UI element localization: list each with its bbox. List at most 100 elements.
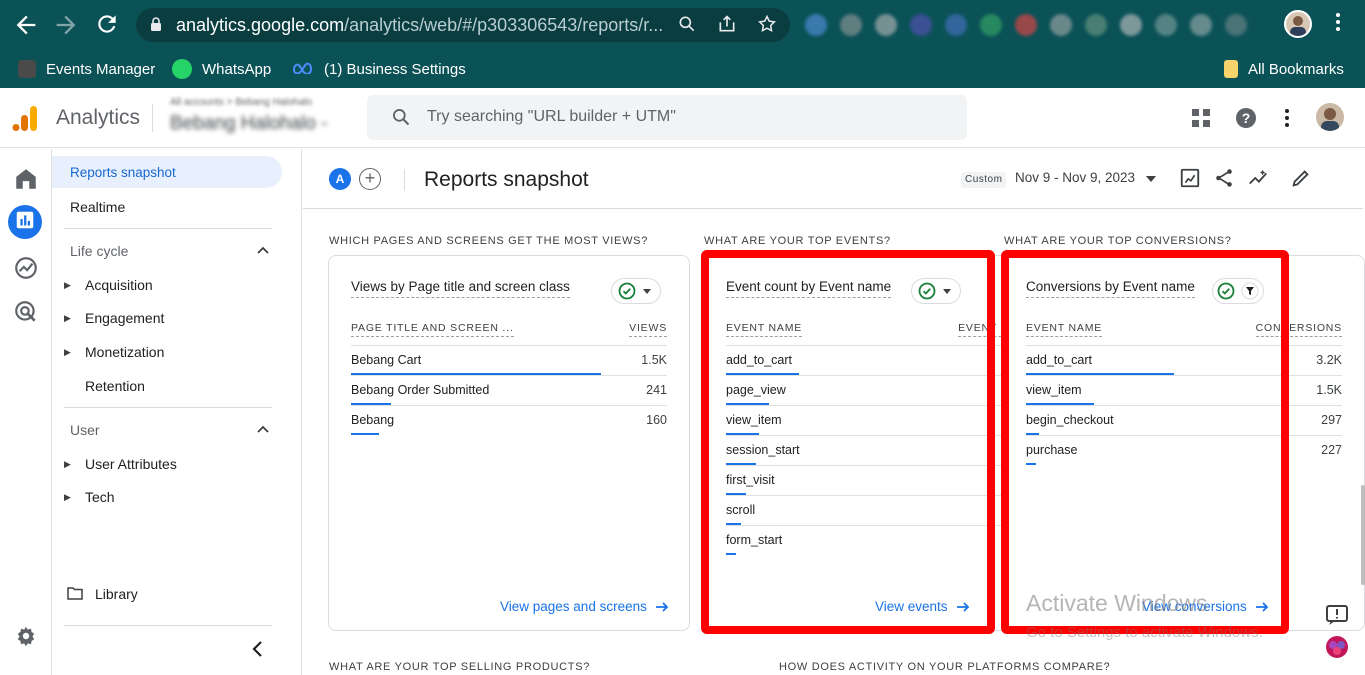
nav-section-lifecycle[interactable]: Life cycle — [70, 243, 128, 259]
edit-pencil-icon[interactable] — [1290, 167, 1312, 189]
column-header[interactable]: VIEWS — [629, 322, 667, 337]
extension-icon[interactable] — [980, 14, 1002, 36]
dropdown-caret-icon — [643, 289, 651, 294]
card-options-chip[interactable] — [911, 278, 961, 304]
apps-grid-icon[interactable] — [1189, 106, 1213, 130]
back-arrow-icon[interactable] — [12, 11, 40, 39]
table-row[interactable]: add_to_cart3.2K — [726, 345, 1042, 375]
feedback-icon[interactable] — [1322, 600, 1352, 630]
table-row[interactable]: Bebang Order Submitted 241 — [351, 375, 667, 405]
card-options-chip[interactable] — [611, 278, 661, 304]
nav-section-user[interactable]: User — [70, 422, 100, 438]
date-mode-chip[interactable]: Custom — [961, 172, 1007, 188]
extension-icon[interactable] — [840, 14, 862, 36]
nav-realtime[interactable]: Realtime — [70, 199, 125, 215]
chevron-up-icon[interactable] — [257, 246, 269, 254]
add-comparison-icon[interactable]: + — [359, 168, 381, 190]
expand-arrow-icon[interactable]: ▶ — [64, 280, 71, 291]
insights-icon[interactable] — [1247, 167, 1269, 189]
card-title[interactable]: Views by Page title and screen class — [351, 279, 570, 298]
assistant-brain-icon[interactable] — [1322, 632, 1352, 662]
search-box[interactable] — [367, 95, 967, 140]
table-row[interactable]: session_start1.3K — [726, 435, 1042, 465]
table-row[interactable]: view_item1.5K — [1026, 375, 1342, 405]
nav-tech[interactable]: Tech — [85, 489, 115, 505]
expand-arrow-icon[interactable]: ▶ — [64, 492, 71, 503]
table-row[interactable]: begin_checkout 297 — [1026, 405, 1342, 435]
explore-icon[interactable] — [13, 255, 39, 281]
analytics-logo-icon[interactable] — [12, 104, 38, 132]
forward-arrow-icon[interactable] — [52, 11, 80, 39]
help-icon[interactable]: ? — [1234, 106, 1258, 130]
chevron-left-icon[interactable] — [248, 639, 268, 659]
reports-icon[interactable] — [14, 209, 36, 231]
extension-icon[interactable] — [1050, 14, 1072, 36]
view-events-link[interactable]: View events — [875, 599, 970, 614]
zoom-search-icon[interactable] — [676, 14, 698, 36]
all-bookmarks[interactable]: All Bookmarks — [1224, 57, 1344, 81]
chevron-up-icon[interactable] — [257, 425, 269, 433]
expand-arrow-icon[interactable]: ▶ — [64, 459, 71, 470]
expand-arrow-icon[interactable]: ▶ — [64, 347, 71, 358]
card-options-chip[interactable] — [1212, 278, 1264, 304]
extension-icon[interactable] — [1190, 14, 1212, 36]
extension-icon[interactable] — [945, 14, 967, 36]
advertising-icon[interactable] — [13, 299, 39, 325]
column-header[interactable]: CONVERSIONS — [1255, 322, 1342, 337]
extension-icon[interactable] — [875, 14, 897, 36]
home-icon[interactable] — [13, 166, 39, 192]
date-range-picker[interactable]: Nov 9 - Nov 9, 2023 — [1015, 170, 1135, 185]
settings-gear-icon[interactable] — [15, 625, 37, 647]
section-heading-pages: WHICH PAGES AND SCREENS GET THE MOST VIE… — [329, 235, 649, 247]
column-header[interactable]: PAGE TITLE AND SCREEN ... — [351, 322, 514, 337]
extension-icon[interactable] — [1120, 14, 1142, 36]
browser-profile-avatar[interactable] — [1284, 10, 1312, 38]
bookmark-star-icon[interactable] — [756, 14, 778, 36]
table-row[interactable]: view_item1.5K — [726, 405, 1042, 435]
nav-library[interactable]: Library — [95, 586, 138, 602]
address-bar[interactable]: analytics.google.com/analytics/web/#/p30… — [136, 8, 790, 42]
bookmark-whatsapp[interactable]: WhatsApp — [172, 57, 271, 81]
extension-icon[interactable] — [1085, 14, 1107, 36]
account-avatar[interactable] — [1316, 103, 1344, 131]
extension-icon[interactable] — [1225, 14, 1247, 36]
view-pages-link[interactable]: View pages and screens — [500, 599, 669, 614]
search-input[interactable] — [427, 103, 947, 131]
table-row[interactable]: purchase 227 — [1026, 435, 1342, 465]
table-row[interactable]: scroll683 — [726, 495, 1042, 525]
extension-icon[interactable] — [1015, 14, 1037, 36]
more-vert-icon[interactable] — [1275, 106, 1299, 130]
property-selector[interactable]: Bebang Halohalo - — [170, 113, 327, 135]
share-report-icon[interactable] — [1213, 167, 1235, 189]
column-header[interactable]: EVENT NAME — [726, 322, 803, 337]
table-row[interactable]: Bebang 160 — [351, 405, 667, 435]
bookmark-business-settings[interactable]: (1) Business Settings — [292, 57, 466, 81]
nav-acquisition[interactable]: Acquisition — [85, 277, 153, 293]
scrollbar[interactable] — [1361, 485, 1365, 585]
table-row[interactable]: page_view1.9K — [726, 375, 1042, 405]
browser-menu-icon[interactable] — [1330, 12, 1346, 38]
dropdown-caret-icon[interactable] — [1146, 176, 1156, 182]
expand-arrow-icon[interactable]: ▶ — [64, 313, 71, 324]
extension-icon[interactable] — [910, 14, 932, 36]
customize-report-icon[interactable] — [1179, 167, 1201, 189]
account-breadcrumb[interactable]: All accounts > Bebang Halohalo — [170, 97, 312, 108]
column-header[interactable]: EVENT NAME — [1026, 322, 1103, 337]
reload-icon[interactable] — [93, 11, 121, 39]
table-row[interactable]: Bebang Cart 1.5K — [351, 345, 667, 375]
nav-retention[interactable]: Retention — [85, 378, 145, 394]
card-title[interactable]: Conversions by Event name — [1026, 279, 1195, 298]
table-row[interactable]: first_visit911 — [726, 465, 1042, 495]
share-icon[interactable] — [716, 14, 738, 36]
table-row[interactable]: add_to_cart3.2K — [1026, 345, 1342, 375]
nav-user-attributes[interactable]: User Attributes — [85, 456, 177, 472]
nav-reports-snapshot[interactable]: Reports snapshot — [52, 156, 282, 188]
extension-icon[interactable] — [805, 14, 827, 36]
nav-monetization[interactable]: Monetization — [85, 344, 164, 360]
bookmark-events-manager[interactable]: Events Manager — [18, 57, 155, 81]
table-row[interactable]: form_start495 — [726, 525, 1042, 555]
extension-icon[interactable] — [1155, 14, 1177, 36]
card-title[interactable]: Event count by Event name — [726, 279, 892, 298]
comparison-badge[interactable]: A — [329, 168, 351, 190]
nav-engagement[interactable]: Engagement — [85, 310, 164, 326]
